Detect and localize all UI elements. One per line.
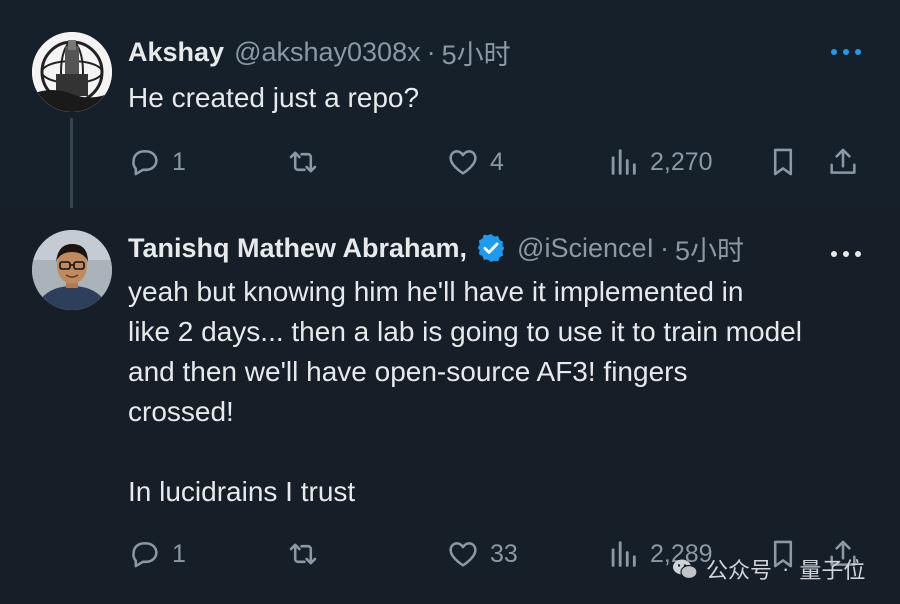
tweet-header: Tanishq Mathew Abraham, @iScienceI · 5小时 [128, 228, 744, 268]
separator-dot: · [426, 36, 436, 67]
more-icon[interactable] [826, 244, 866, 264]
tweet-text: He created just a repo? [128, 82, 420, 113]
reply-icon [132, 150, 158, 176]
watermark-brand: 量子位 [799, 558, 866, 583]
reply-icon [132, 542, 158, 568]
timestamp[interactable]: 5小时 [442, 33, 511, 72]
views-icon [611, 541, 636, 567]
retweet-button[interactable] [286, 534, 330, 574]
views-icon [611, 149, 636, 175]
like-icon [449, 150, 477, 175]
share-icon [830, 148, 856, 174]
like-button[interactable]: 33 [446, 534, 518, 574]
retweet-button[interactable] [286, 142, 330, 182]
reply-button[interactable]: 1 [128, 534, 186, 574]
author-name[interactable]: Tanishq Mathew Abraham, [128, 233, 467, 264]
reply-button[interactable]: 1 [128, 142, 186, 182]
watermark: 公众号 · 量子位 [670, 552, 865, 586]
retweet-icon [289, 151, 317, 173]
avatar-tanishq[interactable] [32, 230, 112, 310]
avatar-image [32, 230, 112, 310]
timestamp[interactable]: 5小时 [675, 229, 744, 268]
like-icon [449, 542, 477, 567]
more-icon[interactable] [826, 42, 866, 62]
views-count: 2,270 [650, 147, 713, 176]
share-button[interactable] [826, 142, 860, 182]
avatar-image [32, 32, 112, 112]
action-bar: 1 4 2,270 [0, 142, 900, 182]
wechat-icon [673, 559, 698, 580]
like-count: 33 [490, 539, 518, 568]
tweet-text: yeah but knowing him he'll have it imple… [128, 276, 802, 507]
bookmark-button[interactable] [766, 142, 800, 182]
author-name[interactable]: Akshay [128, 37, 224, 68]
watermark-separator: · [782, 556, 790, 581]
views-button[interactable]: 2,270 [606, 142, 713, 182]
separator-dot: · [660, 232, 670, 263]
tweet-akshay[interactable]: Akshay @akshay0308x · 5小时 He created jus… [0, 0, 900, 214]
like-count: 4 [490, 147, 504, 176]
like-button[interactable]: 4 [446, 142, 504, 182]
watermark-account-label: 公众号 [706, 558, 773, 583]
bookmark-icon [773, 148, 793, 176]
avatar-akshay[interactable] [32, 32, 112, 112]
retweet-icon [289, 543, 317, 565]
verified-badge-icon[interactable] [475, 232, 507, 264]
author-handle[interactable]: @akshay0308x [234, 37, 421, 68]
reply-count: 1 [172, 147, 186, 176]
reply-count: 1 [172, 539, 186, 568]
tweet-header: Akshay @akshay0308x · 5小时 [128, 32, 511, 72]
author-handle[interactable]: @iScienceI [517, 233, 654, 264]
